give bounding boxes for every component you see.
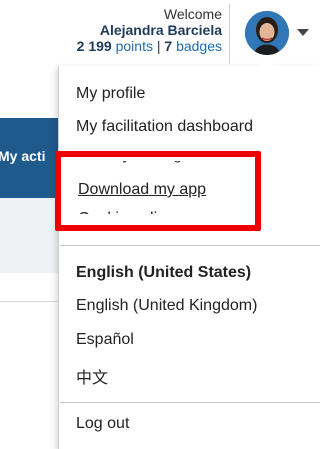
- menu-item-facilitation-dashboard[interactable]: My facilitation dashboard: [76, 118, 253, 136]
- menu-item-log-out[interactable]: Log out: [76, 415, 129, 433]
- menu-item-lang-en-us[interactable]: English (United States): [76, 264, 251, 282]
- menu-separator: [60, 402, 320, 403]
- points-link[interactable]: points: [116, 38, 153, 54]
- menu-item-cookie-policy[interactable]: Cookie policy: [78, 210, 173, 214]
- stats-separator: |: [156, 38, 161, 54]
- page-divider: [0, 301, 66, 302]
- user-name[interactable]: Alejandra Barciela: [77, 22, 222, 38]
- points-value: 2 199: [76, 38, 112, 54]
- welcome-block: Welcome Alejandra Barciela 2 199 points …: [77, 6, 222, 54]
- chevron-down-icon[interactable]: [297, 29, 309, 36]
- badges-value: 7: [164, 38, 173, 54]
- user-stats: 2 199 points | 7 badges: [77, 38, 222, 54]
- welcome-text: Welcome: [163, 6, 222, 22]
- menu-item-download-my-app[interactable]: Download my app: [78, 181, 206, 199]
- badges-link[interactable]: badges: [176, 38, 222, 54]
- menu-separator: [60, 245, 320, 246]
- menu-item-lang-en-gb[interactable]: English (United Kingdom): [76, 297, 257, 315]
- nav-my-activities[interactable]: My acti: [0, 148, 45, 164]
- header-divider: [229, 4, 230, 64]
- highlight-box: Privacy settings Download my app Cookie …: [55, 151, 261, 231]
- avatar[interactable]: [245, 11, 289, 55]
- user-dropdown-menu: My profile My facilitation dashboard Eng…: [58, 58, 320, 449]
- menu-item-lang-zh[interactable]: 中文: [76, 364, 108, 388]
- menu-item-my-profile[interactable]: My profile: [76, 85, 145, 103]
- menu-item-lang-es[interactable]: Español: [76, 331, 134, 349]
